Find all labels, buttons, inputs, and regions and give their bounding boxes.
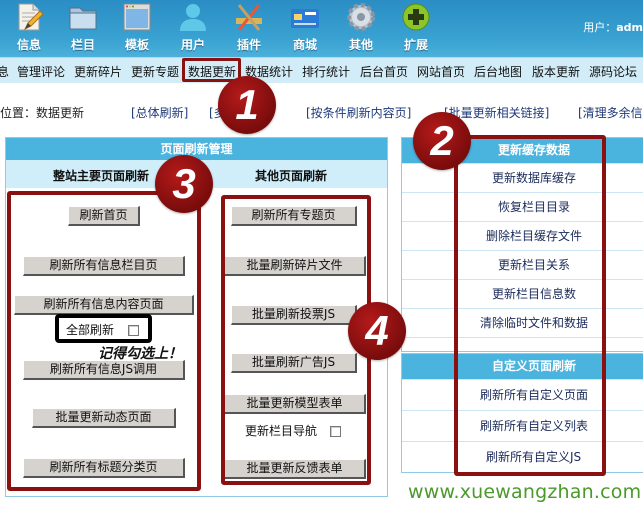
document-pencil-icon <box>13 2 45 32</box>
plugin-tools-icon <box>233 2 265 32</box>
toolbar-label: 其他 <box>348 38 373 52</box>
nav-item-source-forum[interactable]: 源码论坛 <box>589 63 637 80</box>
nav-bar: 息 管理评论 更新碎片 更新专题 数据更新 数据统计 排行统计 后台首页 网站首… <box>0 57 643 83</box>
nav-item-version-update[interactable]: 版本更新 <box>532 63 580 80</box>
nav-item-site-home[interactable]: 网站首页 <box>417 63 465 80</box>
nav-item-ranking-stats[interactable]: 排行统计 <box>302 63 350 80</box>
folder-icon <box>67 2 99 32</box>
gear-icon <box>345 2 377 32</box>
toolbar-label: 商城 <box>292 38 317 52</box>
toolbar-item-info[interactable]: 信息 <box>4 2 54 53</box>
nav-item-admin-home[interactable]: 后台首页 <box>360 63 408 80</box>
conditional-refresh-link[interactable]: [按条件刷新内容页] <box>306 104 411 121</box>
step-badge-4: 4 <box>348 302 406 360</box>
annotation-frame-main <box>7 191 201 491</box>
clean-redundant-link[interactable]: [清理多余信 <box>578 104 643 121</box>
toolbar-item-shop[interactable]: 商城 <box>280 2 330 53</box>
toolbar-label: 插件 <box>236 38 261 52</box>
top-toolbar: 信息 栏目 模板 用户 插件 商城 其他 扩展 用户：adm <box>0 0 643 57</box>
panel-title: 页面刷新管理 <box>6 138 387 160</box>
user-icon <box>177 2 209 32</box>
annotation-frame-cache <box>454 135 606 476</box>
main-pages-heading: 整站主要页面刷新 <box>53 169 150 183</box>
user-info: 用户：adm <box>583 19 643 35</box>
watermark: www.xuewangzhan.com <box>408 481 642 503</box>
nav-item-manage-comments[interactable]: 管理评论 <box>17 63 65 80</box>
toolbar-item-column[interactable]: 栏目 <box>58 2 108 53</box>
nav-item-update-fragments[interactable]: 更新碎片 <box>74 63 122 80</box>
toolbar-item-user[interactable]: 用户 <box>168 2 218 53</box>
nav-item-admin-map[interactable]: 后台地图 <box>474 63 522 80</box>
step-badge-1: 1 <box>218 76 276 134</box>
toolbar-label: 扩展 <box>403 38 428 52</box>
toolbar-item-extend[interactable]: 扩展 <box>391 2 441 53</box>
toolbar-item-other[interactable]: 其他 <box>336 2 386 53</box>
user-label: 用户： <box>583 21 617 34</box>
toolbar-item-template[interactable]: 模板 <box>112 2 162 53</box>
toolbar-item-plugin[interactable]: 插件 <box>224 2 274 53</box>
toolbar-label: 用户 <box>180 38 205 52</box>
overall-refresh-link[interactable]: [总体刷新] <box>131 104 188 121</box>
step-badge-2: 2 <box>413 112 471 170</box>
plus-circle-icon <box>400 2 432 32</box>
window-template-icon <box>121 2 153 32</box>
active-nav-highlight <box>182 58 241 82</box>
nav-item-update-topics[interactable]: 更新专题 <box>131 63 179 80</box>
toolbar-label: 模板 <box>124 38 149 52</box>
nav-item[interactable]: 息 <box>0 63 9 80</box>
user-name: adm <box>616 21 643 34</box>
toolbar-label: 栏目 <box>70 38 95 52</box>
location-label: 位置：数据更新 <box>0 106 85 120</box>
credit-card-icon <box>289 2 321 32</box>
step-badge-3: 3 <box>155 155 213 213</box>
other-pages-heading: 其他页面刷新 <box>255 169 328 183</box>
toolbar-label: 信息 <box>16 38 41 52</box>
